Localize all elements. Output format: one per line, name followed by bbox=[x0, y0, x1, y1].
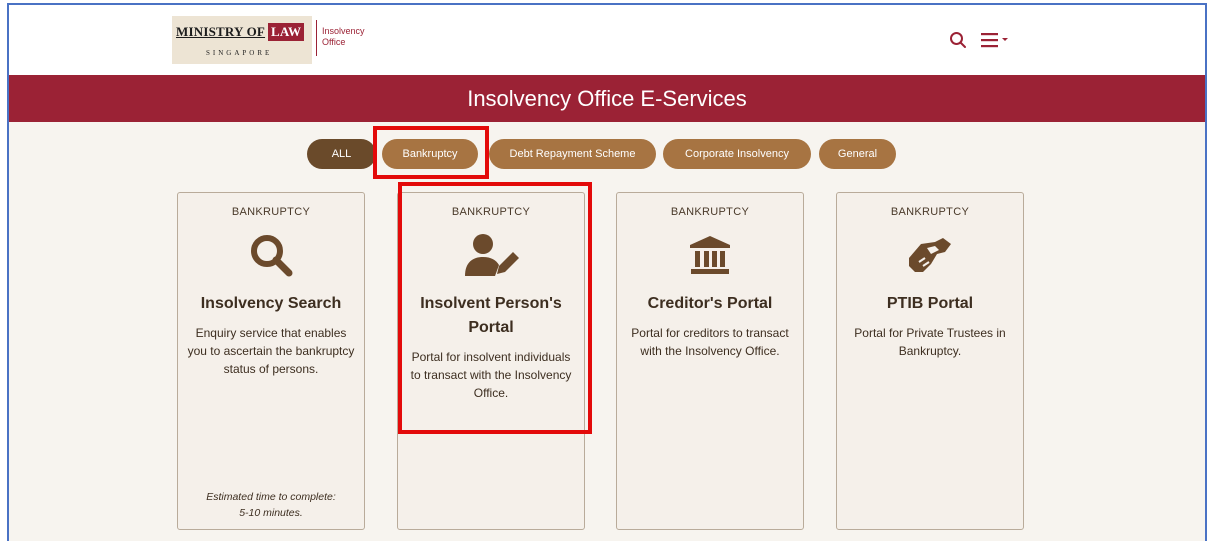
card-category: BANKRUPTCY bbox=[231, 206, 311, 218]
logo-mark: MINISTRY OF LAW SINGAPORE bbox=[172, 16, 312, 64]
filter-general[interactable]: General bbox=[819, 139, 896, 169]
logo-country: SINGAPORE bbox=[206, 49, 273, 57]
service-card-ptib-portal[interactable]: BANKRUPTCY PTIB Portal Portal for Privat… bbox=[836, 192, 1024, 530]
card-title: Creditor's Portal bbox=[647, 295, 773, 312]
card-category: BANKRUPTCY bbox=[890, 206, 970, 218]
card-description: Portal for creditors to transact with th… bbox=[631, 326, 789, 358]
card-title: Insolvent Person's Portal bbox=[420, 295, 562, 336]
card-description: Portal for Private Trustees in Bankruptc… bbox=[854, 326, 1006, 358]
search-icon[interactable] bbox=[949, 31, 967, 49]
logo-ministry-of: MINISTRY OF bbox=[176, 24, 266, 39]
bank-icon bbox=[690, 236, 730, 274]
logo-sub-line2: Office bbox=[322, 37, 346, 47]
logo-ministry-text: MINISTRY OF LAW bbox=[176, 23, 305, 41]
card-footer-line1: Estimated time to complete: bbox=[206, 491, 336, 503]
site-header: MINISTRY OF LAW SINGAPORE Insolvency Offi… bbox=[9, 5, 1205, 75]
filter-bankruptcy[interactable]: Bankruptcy bbox=[382, 139, 478, 169]
menu-icon[interactable] bbox=[981, 32, 1011, 48]
card-description: Enquiry service that enables you to asce… bbox=[187, 326, 355, 376]
ministry-of-law-logo[interactable]: MINISTRY OF LAW SINGAPORE Insolvency Offi… bbox=[172, 16, 372, 64]
card-title: Insolvency Search bbox=[200, 295, 342, 312]
user-edit-icon bbox=[465, 234, 519, 276]
filter-debt-repayment-scheme[interactable]: Debt Repayment Scheme bbox=[489, 139, 656, 169]
card-title: PTIB Portal bbox=[886, 295, 974, 312]
category-filters: ALL Bankruptcy Debt Repayment Scheme Cor… bbox=[9, 139, 1205, 169]
banner-title: Insolvency Office E-Services bbox=[467, 86, 747, 111]
filter-corporate-insolvency[interactable]: Corporate Insolvency bbox=[663, 139, 811, 169]
page-frame: MINISTRY OF LAW SINGAPORE Insolvency Offi… bbox=[7, 3, 1207, 541]
handshake-icon bbox=[909, 238, 951, 272]
logo-subtitle: Insolvency Office bbox=[316, 20, 365, 56]
logo-law: LAW bbox=[268, 23, 305, 41]
filter-all[interactable]: ALL bbox=[307, 139, 376, 169]
card-footer: Estimated time to complete: 5-10 minutes… bbox=[178, 489, 364, 521]
service-card-insolvent-persons-portal[interactable]: BANKRUPTCY Insolvent Person's Portal Por… bbox=[397, 192, 585, 530]
card-category: BANKRUPTCY bbox=[451, 206, 531, 218]
service-card-creditors-portal[interactable]: BANKRUPTCY Creditor's Portal Portal for … bbox=[616, 192, 804, 530]
card-footer-line2: 5-10 minutes. bbox=[239, 507, 303, 519]
search-icon bbox=[251, 235, 293, 277]
card-category: BANKRUPTCY bbox=[670, 206, 750, 218]
logo-sub-line1: Insolvency bbox=[322, 26, 365, 36]
service-card-insolvency-search[interactable]: BANKRUPTCY Insolvency Search Enquiry ser… bbox=[177, 192, 365, 530]
card-description: Portal for insolvent individuals to tran… bbox=[410, 350, 572, 400]
page-banner: Insolvency Office E-Services bbox=[9, 75, 1205, 122]
